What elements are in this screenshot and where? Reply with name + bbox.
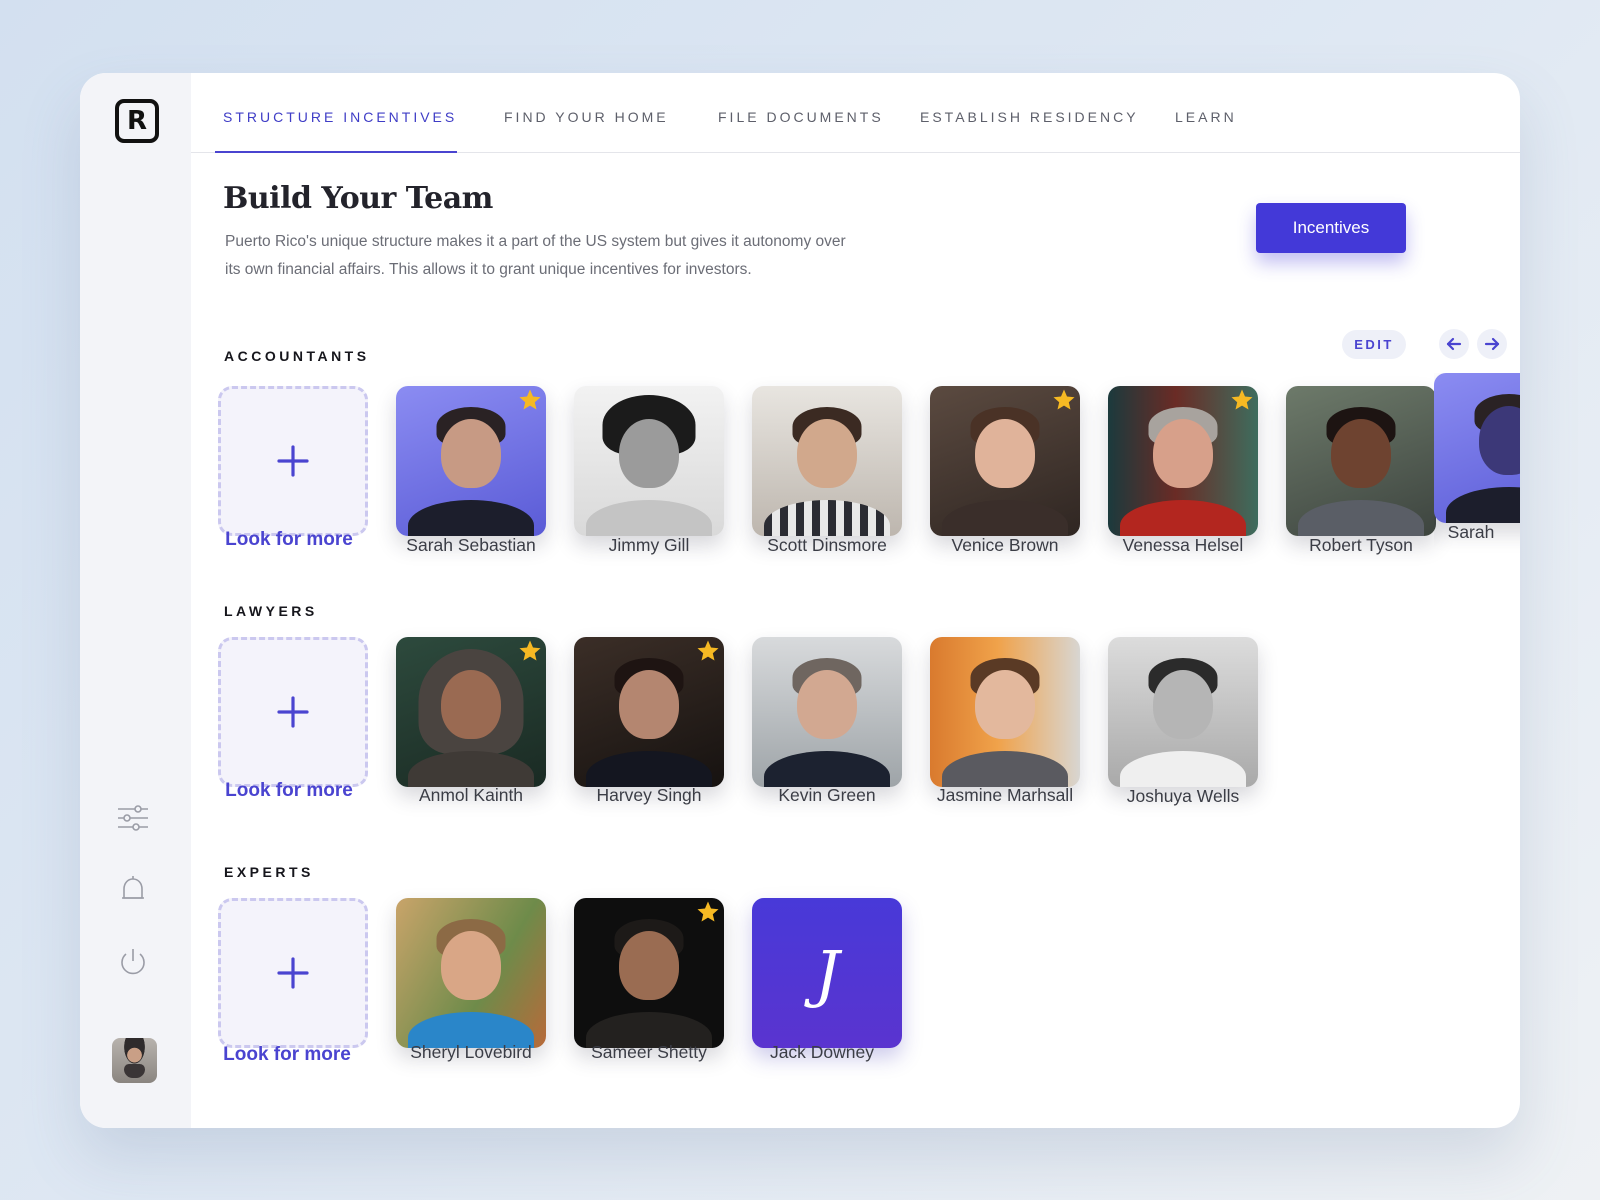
star-icon <box>1053 389 1075 410</box>
look-for-more-link[interactable]: Look for more <box>214 780 364 802</box>
app-window: R STRUCTURE INCENTIVES FIND YOUR HOME FI… <box>80 73 1520 1128</box>
tab-learn[interactable]: LEARN <box>1175 109 1237 125</box>
power-icon[interactable] <box>116 945 150 979</box>
person-card[interactable] <box>574 898 724 1048</box>
person-name: Sarah <box>1447 522 1495 542</box>
person-card[interactable] <box>930 386 1080 536</box>
person-card[interactable] <box>1108 386 1258 536</box>
company-logo-glyph: J <box>814 936 840 1010</box>
person-name: Jimmy Gill <box>608 535 690 555</box>
person-card[interactable] <box>1108 637 1258 787</box>
person-name: Joshuya Wells <box>1126 786 1240 806</box>
arrow-left-icon <box>1446 337 1462 351</box>
person-card[interactable] <box>396 386 546 536</box>
person-name: Robert Tyson <box>1309 535 1413 555</box>
top-navigation: STRUCTURE INCENTIVES FIND YOUR HOME FILE… <box>191 73 1520 153</box>
tab-structure-incentives[interactable]: STRUCTURE INCENTIVES <box>223 109 457 125</box>
person-card[interactable] <box>1434 373 1520 523</box>
sliders-icon[interactable] <box>116 801 150 835</box>
section-title-experts: EXPERTS <box>224 864 314 880</box>
page-title: Build Your Team <box>223 181 493 216</box>
person-name: Sheryl Lovebird <box>410 1042 532 1062</box>
tab-find-your-home[interactable]: FIND YOUR HOME <box>504 109 669 125</box>
person-name: Venice Brown <box>951 535 1059 555</box>
page-description: Puerto Rico's unique structure makes it … <box>225 233 846 278</box>
bell-icon[interactable] <box>116 873 150 907</box>
person-name: Jack Downey <box>769 1042 875 1062</box>
person-card[interactable] <box>1286 386 1436 536</box>
look-for-more-link[interactable]: Look for more <box>212 1044 362 1066</box>
star-icon <box>1231 389 1253 410</box>
prev-button[interactable] <box>1439 329 1469 359</box>
person-name: Sameer Shetty <box>591 1042 707 1062</box>
arrow-right-icon <box>1484 337 1500 351</box>
person-card[interactable] <box>752 637 902 787</box>
star-icon <box>519 640 541 661</box>
active-tab-indicator <box>215 151 457 153</box>
person-card[interactable] <box>574 386 724 536</box>
person-card[interactable] <box>396 637 546 787</box>
person-card[interactable] <box>930 637 1080 787</box>
star-icon <box>697 640 719 661</box>
person-card[interactable] <box>396 898 546 1048</box>
company-logo-card[interactable]: J <box>752 898 902 1048</box>
edit-button[interactable]: EDIT <box>1342 330 1406 359</box>
tab-file-documents[interactable]: FILE DOCUMENTS <box>718 109 884 125</box>
plus-icon <box>277 957 309 989</box>
person-name: Harvey Singh <box>596 785 702 805</box>
app-logo[interactable]: R <box>115 99 159 143</box>
add-expert-card[interactable] <box>218 898 368 1048</box>
add-lawyer-card[interactable] <box>218 637 368 787</box>
person-card[interactable] <box>752 386 902 536</box>
logo-letter: R <box>126 106 148 136</box>
overflow-card-container: Sarah <box>1434 373 1520 563</box>
user-avatar[interactable] <box>112 1038 157 1083</box>
section-title-lawyers: LAWYERS <box>224 603 318 619</box>
look-for-more-link[interactable]: Look for more <box>214 529 364 551</box>
person-name: Sarah Sebastian <box>406 535 536 555</box>
plus-icon <box>277 445 309 477</box>
sidebar: R <box>80 73 191 1128</box>
person-name: Jasmine Marhsall <box>936 785 1074 805</box>
star-icon <box>697 901 719 922</box>
incentives-button[interactable]: Incentives <box>1256 203 1406 253</box>
plus-icon <box>277 696 309 728</box>
person-name: Kevin Green <box>778 785 876 805</box>
person-name: Scott Dinsmore <box>767 535 887 555</box>
person-name: Anmol Kainth <box>418 785 524 805</box>
add-accountant-card[interactable] <box>218 386 368 536</box>
person-name: Venessa Helsel <box>1122 535 1244 555</box>
star-icon <box>519 389 541 410</box>
section-title-accountants: ACCOUNTANTS <box>224 348 370 364</box>
person-card[interactable] <box>574 637 724 787</box>
tab-establish-residency[interactable]: ESTABLISH RESIDENCY <box>920 109 1139 125</box>
next-button[interactable] <box>1477 329 1507 359</box>
